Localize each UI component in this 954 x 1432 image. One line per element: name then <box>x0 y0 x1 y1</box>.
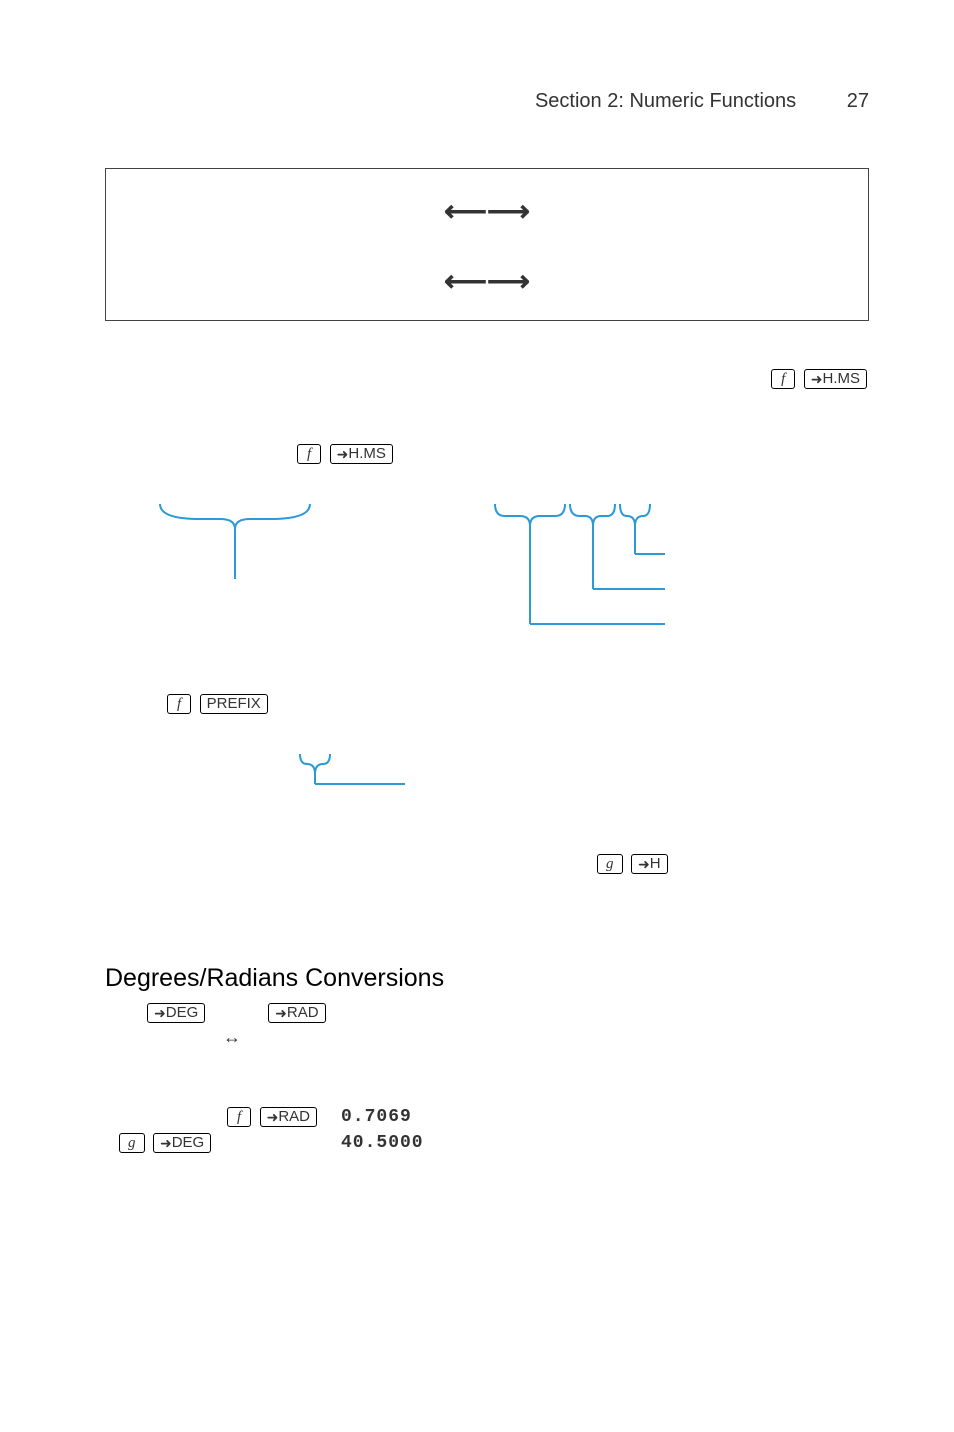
example-table: f ➜RAD 0.7069 g ➜DEG 40.5000 <box>105 1103 436 1157</box>
table-row: f ➜RAD 0.7069 <box>107 1105 434 1129</box>
bracket-right-icon <box>485 494 705 644</box>
rad-key: ➜RAD <box>260 1107 317 1127</box>
key-sequence-mid: f ➜H.MS <box>295 444 869 464</box>
bracket-left-icon <box>150 494 320 604</box>
h-key: ➜H <box>631 854 668 874</box>
rad-key: ➜RAD <box>268 1003 325 1023</box>
double-arrow-icon: ⟵⟶ <box>444 194 530 229</box>
double-arrow-small-icon: ↔ <box>223 1027 241 1047</box>
bracket-small-icon <box>295 749 425 789</box>
page-number: 27 <box>847 90 869 112</box>
result-value: 0.7069 <box>331 1105 434 1129</box>
deg-key: ➜DEG <box>147 1003 205 1023</box>
section-title: Section 2: Numeric Functions <box>535 90 796 112</box>
f-key: f <box>167 694 191 714</box>
key-sequence-prefix: f PREFIX <box>165 694 869 714</box>
key-sequence-right: f ➜H.MS <box>105 369 869 389</box>
conversion-box: ⟵⟶ ⟵⟶ <box>105 168 869 321</box>
hms-key: ➜H.MS <box>804 369 867 389</box>
result-value: 40.5000 <box>331 1131 434 1155</box>
table-row: g ➜DEG 40.5000 <box>107 1131 434 1155</box>
f-key: f <box>227 1107 251 1127</box>
deg-rad-keys: ➜DEG ➜RAD ↔ <box>145 1003 869 1048</box>
key-sequence-gh: g ➜H <box>595 854 869 874</box>
prefix-key: PREFIX <box>200 694 268 714</box>
f-key: f <box>297 444 321 464</box>
bracket-diagram <box>105 494 869 654</box>
g-key: g <box>119 1133 145 1153</box>
small-bracket <box>295 749 869 794</box>
page-header: Section 2: Numeric Functions 27 <box>105 90 869 113</box>
hms-key: ➜H.MS <box>330 444 393 464</box>
double-arrow-icon: ⟵⟶ <box>444 264 530 299</box>
g-key: g <box>597 854 623 874</box>
degrees-radians-heading: Degrees/Radians Conversions <box>105 964 869 993</box>
f-key: f <box>771 369 795 389</box>
deg-key: ➜DEG <box>153 1133 211 1153</box>
